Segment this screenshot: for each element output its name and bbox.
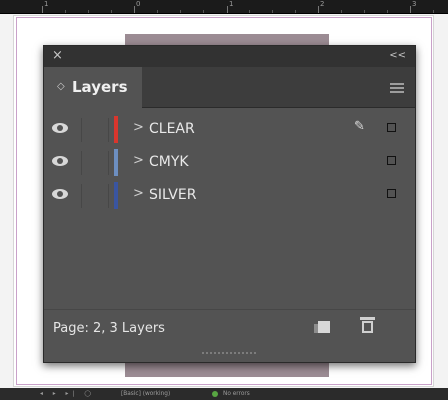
tab-layers[interactable]: ◇ Layers xyxy=(44,67,142,108)
pen-icon: ✎ xyxy=(354,119,365,134)
layer-row[interactable]: > SILVER xyxy=(44,179,415,211)
page-layer-count: Page: 2, 3 Layers xyxy=(53,321,165,336)
layers-panel[interactable]: × << ◇ Layers > CLEAR ✎ > CMYK > SILVER … xyxy=(43,45,416,363)
trash-icon[interactable] xyxy=(360,317,375,335)
ruler-minor-tick xyxy=(433,10,434,13)
panel-menu-icon[interactable] xyxy=(390,83,404,93)
ruler-minor-tick xyxy=(341,10,342,13)
ruler-minor-tick xyxy=(203,10,204,13)
horizontal-ruler: 1 0 1 2 3 xyxy=(0,0,448,14)
ruler-major-tick xyxy=(410,6,411,13)
ruler-minor-tick xyxy=(65,10,66,13)
collapse-icon[interactable]: << xyxy=(389,48,406,64)
panel-footer: Page: 2, 3 Layers xyxy=(44,309,415,348)
layer-color-swatch xyxy=(114,149,118,176)
layer-name[interactable]: CLEAR xyxy=(149,120,195,138)
resize-grip[interactable] xyxy=(198,350,261,358)
ruler-minor-tick xyxy=(364,10,365,13)
ruler-number: 2 xyxy=(320,0,325,8)
status-ok-icon xyxy=(212,391,218,397)
ruler-number: 1 xyxy=(44,0,49,8)
preflight-status[interactable]: No errors xyxy=(223,388,250,400)
expand-icon[interactable]: > xyxy=(133,120,144,136)
preflight-profile[interactable]: [Basic] (working) xyxy=(121,388,170,400)
eye-icon[interactable] xyxy=(52,156,68,166)
ruler-minor-tick xyxy=(249,10,250,13)
row-divider xyxy=(108,151,109,175)
ruler-minor-tick xyxy=(180,10,181,13)
close-icon[interactable]: × xyxy=(52,48,63,64)
expand-icon[interactable]: > xyxy=(133,153,144,169)
select-box-icon[interactable] xyxy=(387,189,396,198)
ruler-major-tick xyxy=(318,6,319,13)
panel-tabbar: ◇ Layers xyxy=(44,67,415,108)
ruler-minor-tick xyxy=(387,10,388,13)
ruler-minor-tick xyxy=(111,10,112,13)
select-box-icon[interactable] xyxy=(387,156,396,165)
ruler-minor-tick xyxy=(272,10,273,13)
status-bar: ◂ ▸ ▸| ◯ [Basic] (working) No errors xyxy=(0,388,448,400)
row-divider xyxy=(81,151,82,175)
ruler-minor-tick xyxy=(88,10,89,13)
eye-icon[interactable] xyxy=(52,123,68,133)
row-divider xyxy=(108,184,109,208)
ruler-number: 1 xyxy=(229,0,234,8)
ruler-major-tick xyxy=(227,6,228,13)
page-navigation[interactable]: ◂ ▸ ▸| ◯ xyxy=(40,388,95,400)
ruler-number: 3 xyxy=(412,0,417,8)
layer-name[interactable]: SILVER xyxy=(149,186,196,204)
tab-label: Layers xyxy=(72,78,128,96)
panel-titlebar[interactable]: × << xyxy=(44,46,415,67)
eye-icon[interactable] xyxy=(52,189,68,199)
layer-name[interactable]: CMYK xyxy=(149,153,189,171)
row-divider xyxy=(108,118,109,142)
row-divider xyxy=(81,184,82,208)
layer-row[interactable]: > CLEAR ✎ xyxy=(44,113,415,145)
layer-color-swatch xyxy=(114,116,118,143)
layer-row[interactable]: > CMYK xyxy=(44,146,415,178)
tab-reorder-icon: ◇ xyxy=(57,81,65,92)
ruler-major-tick xyxy=(42,6,43,13)
row-divider xyxy=(81,118,82,142)
new-layer-icon[interactable] xyxy=(314,321,330,333)
ruler-minor-tick xyxy=(295,10,296,13)
ruler-minor-tick xyxy=(157,10,158,13)
layer-color-swatch xyxy=(114,182,118,209)
ruler-number: 0 xyxy=(136,0,141,8)
ruler-major-tick xyxy=(134,6,135,13)
expand-icon[interactable]: > xyxy=(133,186,144,202)
select-box-icon[interactable] xyxy=(387,123,396,132)
